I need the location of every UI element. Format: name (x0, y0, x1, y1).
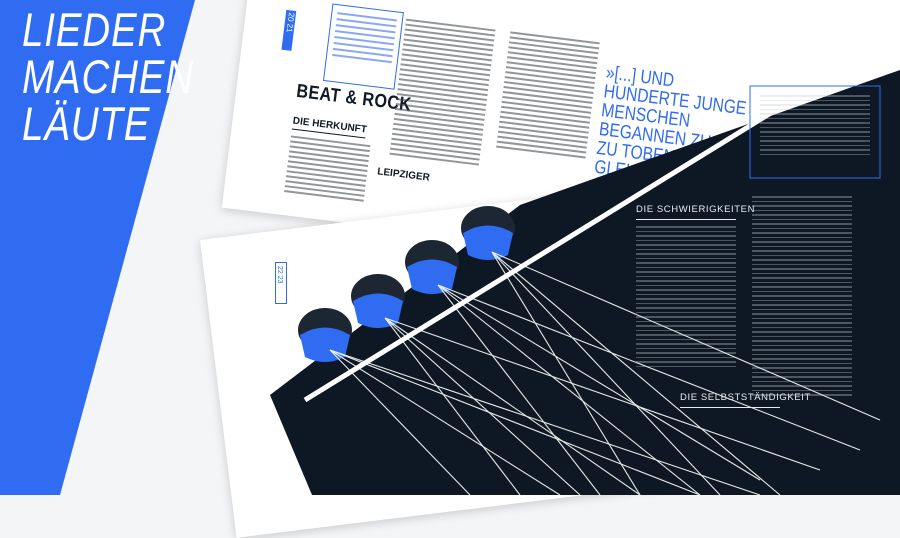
title-line-2: MACHEN (22, 50, 194, 103)
cover-title: LIEDER MACHEN LÄUTE (22, 6, 194, 147)
title-line-3: LÄUTE (22, 97, 151, 150)
title-line-1: LIEDER (22, 3, 167, 56)
magazine-spread-scene: 20 21 BEAT & ROCK DIE HERKUNFT LEIPZIGER… (0, 0, 900, 538)
